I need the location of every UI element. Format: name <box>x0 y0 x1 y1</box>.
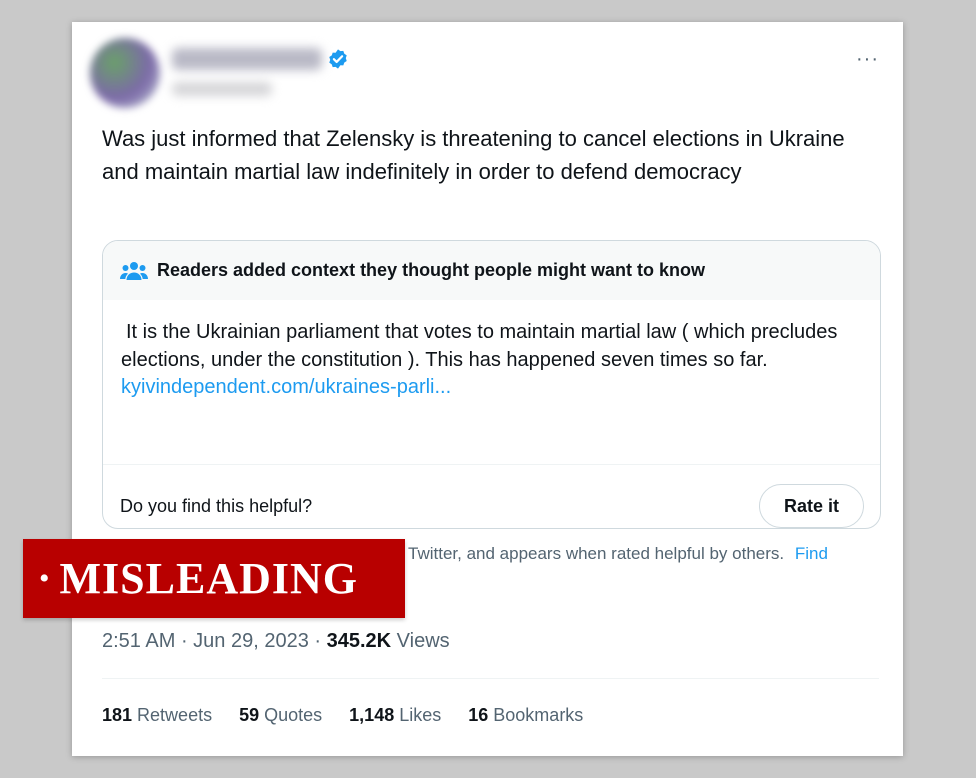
community-note-body: It is the Ukrainian parliament that vote… <box>103 300 880 464</box>
handle-blurred[interactable] <box>172 82 272 96</box>
likes-count: 1,148 <box>349 705 395 725</box>
retweets-label: Retweets <box>132 705 213 725</box>
quotes-stat[interactable]: 59 Quotes <box>239 705 322 726</box>
tweet-card: ··· Was just informed that Zelensky is t… <box>72 22 903 756</box>
tweet-text: Was just informed that Zelensky is threa… <box>102 126 845 184</box>
retweets-count: 181 <box>102 705 133 725</box>
timestamp-separator: · <box>175 630 194 652</box>
views-label: Views <box>391 630 450 652</box>
avatar[interactable] <box>90 38 160 108</box>
community-note-link[interactable]: kyivindependent.com/ukraines-parli... <box>121 374 862 402</box>
misleading-banner: • MISLEADING <box>23 539 405 618</box>
people-icon <box>120 261 148 280</box>
bookmarks-count: 16 <box>468 705 489 725</box>
tweet-time[interactable]: 2:51 AM <box>102 630 175 652</box>
views-count: 345.2K <box>326 630 392 652</box>
community-note-text: It is the Ukrainian parliament that vote… <box>121 321 838 371</box>
tweet-date[interactable]: Jun 29, 2023 <box>193 630 309 652</box>
likes-stat[interactable]: 1,148 Likes <box>349 705 441 726</box>
community-note-footer: Do you find this helpful? Rate it <box>103 464 880 528</box>
divider <box>102 678 879 679</box>
more-options-icon[interactable]: ··· <box>856 48 879 71</box>
helpful-question: Do you find this helpful? <box>120 495 313 516</box>
quotes-count: 59 <box>239 705 260 725</box>
tweet-timestamp: 2:51 AM · Jun 29, 2023 · 345.2K Views <box>102 630 450 653</box>
verified-badge-icon <box>329 49 347 69</box>
banner-bullet: • <box>39 561 50 595</box>
timestamp-separator: · <box>308 630 327 652</box>
bookmarks-stat[interactable]: 16 Bookmarks <box>468 705 583 726</box>
tweet-stats: 181 Retweets 59 Quotes 1,148 Likes 16 Bo… <box>102 705 610 726</box>
likes-label: Likes <box>394 705 442 725</box>
bookmarks-label: Bookmarks <box>488 705 584 725</box>
community-note-title: Readers added context they thought peopl… <box>157 260 706 280</box>
community-note-header: Readers added context they thought peopl… <box>103 241 880 300</box>
banner-label: MISLEADING <box>59 554 359 603</box>
display-name-blurred[interactable] <box>172 48 322 70</box>
disclaimer-text: Twitter, and appears when rated helpful … <box>408 544 785 563</box>
rate-it-button[interactable]: Rate it <box>758 484 864 528</box>
community-note: Readers added context they thought peopl… <box>102 240 881 529</box>
retweets-stat[interactable]: 181 Retweets <box>102 705 212 726</box>
find-out-more-link[interactable]: Find <box>795 544 828 563</box>
quotes-label: Quotes <box>259 705 323 725</box>
